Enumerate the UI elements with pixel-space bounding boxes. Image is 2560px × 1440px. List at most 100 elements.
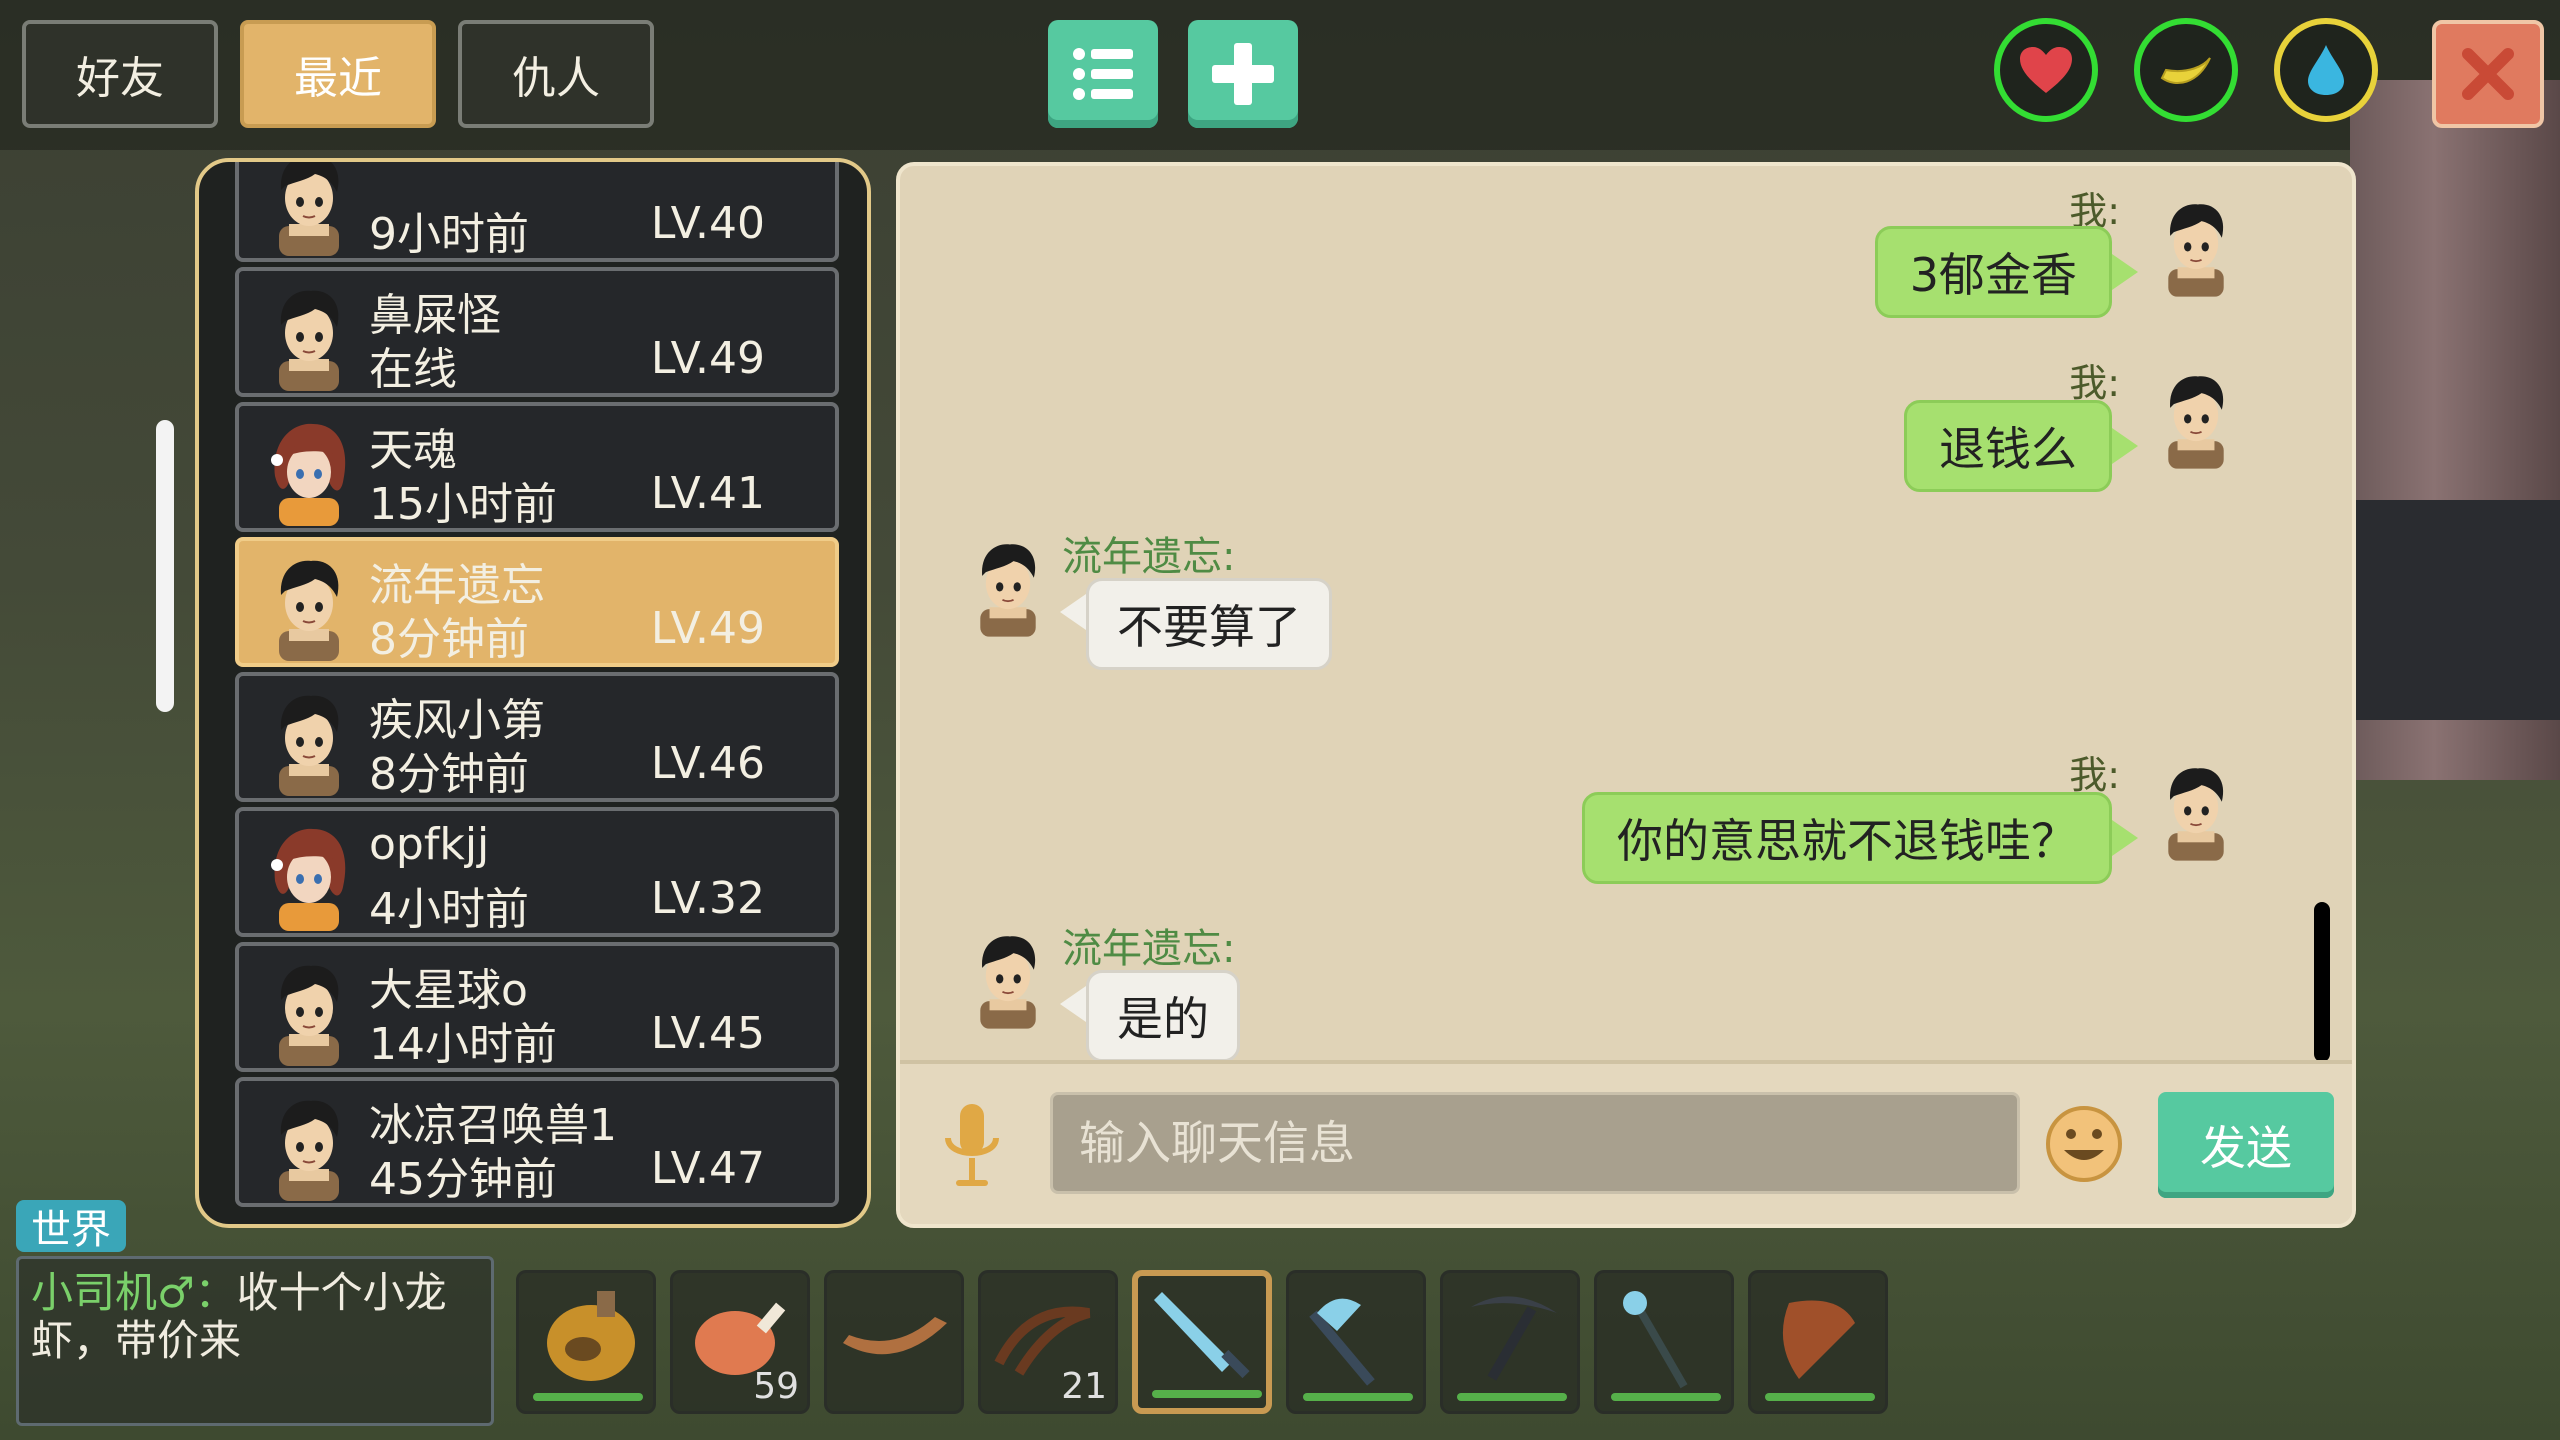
- avatar: [257, 821, 361, 931]
- sender-label-other: 流年遗忘:: [1062, 534, 1236, 580]
- friend-status: 14小时前: [369, 1019, 557, 1070]
- friend-status: 8分钟前: [369, 614, 529, 665]
- chat-panel: 我: 3郁金香 我: 退钱么 流年遗忘: 不要算了 我: 你的意思就不退钱哇？ …: [896, 162, 2356, 1228]
- friend-row[interactable]: 9小时前 LV.40: [235, 158, 839, 262]
- background-block: [2324, 500, 2560, 720]
- list-icon: [1073, 48, 1133, 100]
- friend-row[interactable]: 大星球o 14小时前 LV.45: [235, 942, 839, 1072]
- friend-row-selected[interactable]: 流年遗忘 8分钟前 LV.49: [235, 537, 839, 667]
- hotbar-slot[interactable]: [1748, 1270, 1888, 1414]
- friend-row[interactable]: 冰凉召唤兽1 45分钟前 LV.47: [235, 1077, 839, 1207]
- friend-status: 4小时前: [369, 884, 529, 935]
- chat-input-bar: 输入聊天信息 发送: [900, 1060, 2352, 1224]
- durability-bar: [1611, 1393, 1721, 1401]
- chat-bubble-mine: 退钱么: [1904, 400, 2112, 492]
- friend-status: 45分钟前: [369, 1154, 557, 1205]
- durability-bar: [1457, 1393, 1567, 1401]
- world-chat-box[interactable]: 小司机♂：收十个小龙虾，带价来: [16, 1256, 494, 1426]
- heart-icon: [2020, 47, 2072, 93]
- bubble-tail: [2112, 820, 2138, 856]
- send-button[interactable]: 发送: [2158, 1092, 2334, 1198]
- hotbar-slot[interactable]: [516, 1270, 656, 1414]
- tab-friends[interactable]: 好友: [22, 20, 218, 128]
- chat-input[interactable]: 输入聊天信息: [1050, 1092, 2020, 1194]
- bubble-tail: [2112, 254, 2138, 290]
- crystal-axe-icon: [1309, 1298, 1375, 1386]
- avatar: [257, 1091, 361, 1201]
- hotbar-slot-selected[interactable]: [1132, 1270, 1272, 1414]
- durability-bar: [1152, 1390, 1262, 1398]
- friend-status: 8分钟前: [369, 749, 529, 800]
- world-channel-tag[interactable]: 世界: [16, 1200, 126, 1253]
- item-count: 59: [753, 1366, 799, 1407]
- world-chat-separator: ：: [194, 1268, 237, 1317]
- plus-icon: [1212, 43, 1274, 105]
- avatar: [257, 686, 361, 796]
- friend-name: opfkjj: [369, 819, 490, 870]
- world-chat-sender: 小司机♂: [31, 1268, 195, 1317]
- avatar: [2148, 194, 2244, 298]
- durability-bar: [533, 1393, 643, 1401]
- durability-bar: [1303, 1393, 1413, 1401]
- durability-bar: [1765, 1393, 1875, 1401]
- friend-level: LV.40: [650, 198, 765, 249]
- banana-icon: [2160, 57, 2211, 85]
- chat-bubble-mine: 你的意思就不退钱哇？: [1582, 792, 2112, 884]
- item-count: 21: [1061, 1366, 1107, 1407]
- friend-level: LV.49: [650, 333, 765, 384]
- friend-row[interactable]: 天魂 15小时前 LV.41: [235, 402, 839, 532]
- avatar: [257, 551, 361, 661]
- avatar: [257, 416, 361, 526]
- avatar: [257, 956, 361, 1066]
- hotbar-slot[interactable]: [824, 1270, 964, 1414]
- friends-list-panel: 9小时前 LV.40 鼻屎怪 在线 LV.49 天魂 15小时前 LV.41 流…: [195, 158, 871, 1228]
- hunger-status: [2134, 18, 2238, 122]
- water-drop-icon: [2308, 45, 2344, 95]
- friend-level: LV.49: [650, 603, 765, 654]
- friend-status: 在线: [369, 344, 457, 395]
- tab-enemies[interactable]: 仇人: [458, 20, 654, 128]
- horn-club-icon: [1782, 1300, 1855, 1379]
- pickaxe-icon: [1471, 1296, 1557, 1381]
- chat-bubble-other: 不要算了: [1086, 578, 1332, 670]
- sender-label-me: 我:: [2069, 753, 2120, 797]
- avatar: [257, 281, 361, 391]
- chat-scrollbar[interactable]: [2314, 902, 2330, 1062]
- avatar: [257, 158, 361, 256]
- friend-row[interactable]: opfkjj 4小时前 LV.32: [235, 807, 839, 937]
- gourd-flask-icon: [547, 1291, 635, 1381]
- microphone-icon[interactable]: [940, 1100, 1004, 1192]
- tab-recent[interactable]: 最近: [240, 20, 436, 128]
- hotbar-slot[interactable]: [1440, 1270, 1580, 1414]
- list-button[interactable]: [1048, 20, 1158, 128]
- friends-scrollbar[interactable]: [156, 420, 174, 712]
- avatar: [960, 534, 1056, 638]
- health-status: [1994, 18, 2098, 122]
- sender-label-other: 流年遗忘:: [1062, 926, 1236, 972]
- friend-level: LV.32: [650, 873, 765, 924]
- bubble-tail: [2112, 428, 2138, 464]
- bubble-tail: [1060, 594, 1086, 630]
- crystal-sword-icon: [1154, 1292, 1250, 1379]
- hotbar-slot[interactable]: 21: [978, 1270, 1118, 1414]
- friend-status: 9小时前: [369, 209, 529, 260]
- hotbar-slot[interactable]: [1286, 1270, 1426, 1414]
- friend-status: 15小时前: [369, 479, 557, 530]
- sender-label-me: 我:: [2069, 361, 2120, 405]
- close-icon: [2462, 48, 2514, 100]
- friend-level: LV.45: [650, 1008, 765, 1059]
- avatar: [2148, 758, 2244, 862]
- add-friend-button[interactable]: [1188, 20, 1298, 128]
- crystal-wand-icon: [1623, 1291, 1688, 1389]
- close-button[interactable]: [2432, 20, 2544, 128]
- thirst-status: [2274, 18, 2378, 122]
- friend-row[interactable]: 疾风小第 8分钟前 LV.46: [235, 672, 839, 802]
- friend-level: LV.46: [650, 738, 765, 789]
- hotbar-slot[interactable]: [1594, 1270, 1734, 1414]
- chat-bubble-other: 是的: [1086, 970, 1240, 1062]
- hotbar-slot[interactable]: 59: [670, 1270, 810, 1414]
- avatar: [2148, 366, 2244, 470]
- friend-row[interactable]: 鼻屎怪 在线 LV.49: [235, 267, 839, 397]
- bubble-tail: [1060, 986, 1086, 1022]
- smiley-icon[interactable]: [2044, 1104, 2124, 1184]
